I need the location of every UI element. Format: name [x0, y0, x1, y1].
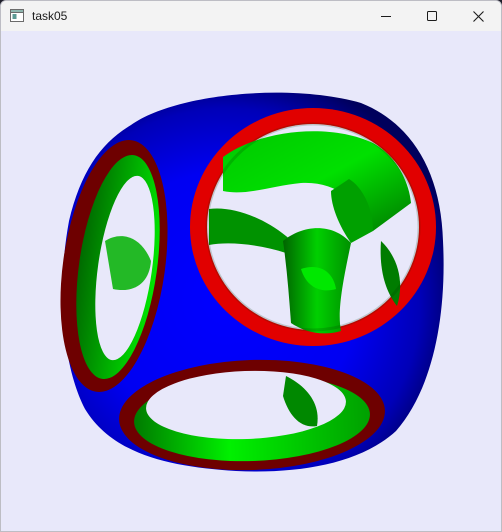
window-app-icon: [10, 9, 24, 22]
maximize-icon: [427, 11, 437, 21]
minimize-button[interactable]: [363, 1, 409, 31]
close-icon: [472, 10, 484, 22]
render-viewport[interactable]: [1, 31, 501, 531]
minimize-icon: [381, 11, 391, 21]
window-title: task05: [32, 9, 68, 23]
rendered-scene: [60, 92, 444, 472]
maximize-button[interactable]: [409, 1, 455, 31]
close-button[interactable]: [455, 1, 501, 31]
app-window: task05: [0, 0, 502, 532]
title-bar[interactable]: task05: [1, 1, 501, 31]
